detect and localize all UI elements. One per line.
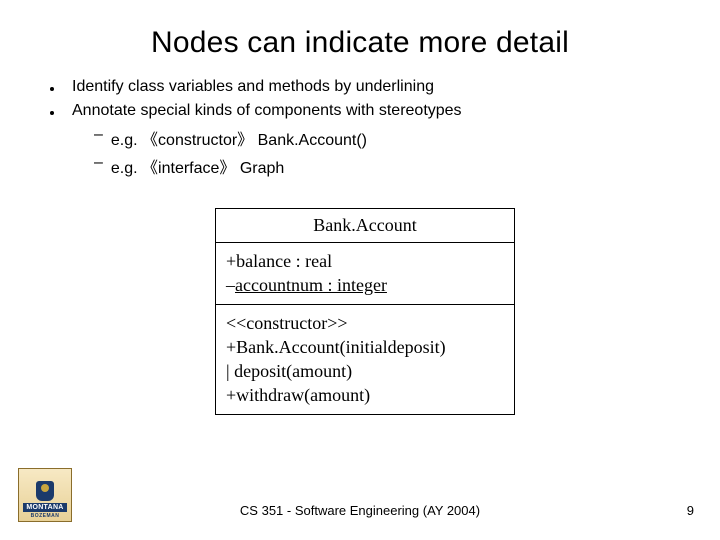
uml-class-diagram: Bank.Account +balance : real –accountnum… xyxy=(215,208,515,415)
bullet-icon xyxy=(50,111,54,115)
page-number: 9 xyxy=(687,503,694,518)
dash-icon: – xyxy=(94,126,103,144)
montana-state-logo: MONTANA BOZEMAN xyxy=(18,468,72,522)
bullet-1: Identify class variables and methods by … xyxy=(50,78,680,96)
shield-icon xyxy=(36,481,54,501)
sub-bullet-2: – e.g. 《interface》 Graph xyxy=(94,154,680,178)
operation-3: +withdraw(amount) xyxy=(226,383,504,407)
attribute-row: –accountnum : integer xyxy=(226,273,504,297)
slide: Nodes can indicate more detail Identify … xyxy=(0,0,720,540)
sub-bullet-list: – e.g. 《constructor》 Bank.Account() – e.… xyxy=(94,126,680,178)
class-name-compartment: Bank.Account xyxy=(216,209,514,243)
operation-stereotype: <<constructor>> xyxy=(226,311,504,335)
attribute-2-visibility: – xyxy=(226,275,235,295)
slide-content: Identify class variables and methods by … xyxy=(40,78,680,415)
operation-1: +Bank.Account(initialdeposit) xyxy=(226,335,504,359)
bullet-2: Annotate special kinds of components wit… xyxy=(50,102,680,120)
sub-bullet-1: – e.g. 《constructor》 Bank.Account() xyxy=(94,126,680,150)
slide-footer: MONTANA BOZEMAN CS 351 - Software Engine… xyxy=(0,482,720,522)
class-name: Bank.Account xyxy=(313,215,416,235)
logo-text: MONTANA xyxy=(23,503,66,512)
sub-bullet-2-text: e.g. 《interface》 Graph xyxy=(111,154,284,178)
attribute-row: +balance : real xyxy=(226,249,504,273)
footer-course-info: CS 351 - Software Engineering (AY 2004) xyxy=(240,503,480,518)
sub-bullet-1-text: e.g. 《constructor》 Bank.Account() xyxy=(111,126,367,150)
attribute-1: +balance : real xyxy=(226,251,332,271)
attributes-compartment: +balance : real –accountnum : integer xyxy=(216,243,514,305)
dash-icon: – xyxy=(94,154,103,172)
bullet-1-text: Identify class variables and methods by … xyxy=(72,78,434,96)
operation-2: | deposit(amount) xyxy=(226,359,504,383)
bullet-icon xyxy=(50,87,54,91)
slide-title: Nodes can indicate more detail xyxy=(40,26,680,60)
attribute-2-underlined: accountnum : integer xyxy=(235,275,387,295)
logo-subtext: BOZEMAN xyxy=(31,513,60,519)
operation-2-rest: deposit(amount) xyxy=(230,361,352,381)
operations-compartment: <<constructor>> +Bank.Account(initialdep… xyxy=(216,305,514,414)
bullet-2-text: Annotate special kinds of components wit… xyxy=(72,102,462,120)
